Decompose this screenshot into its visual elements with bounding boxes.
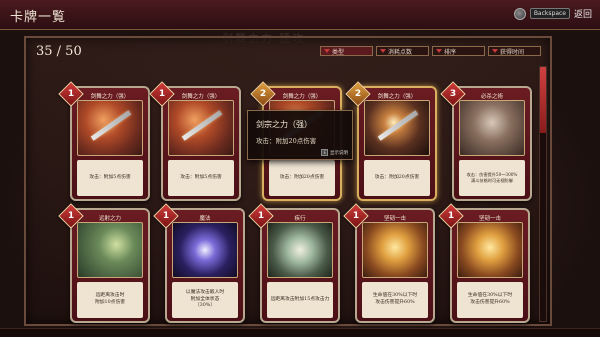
- dropdown-triangle-icon: [380, 49, 386, 53]
- back-label: 返回: [573, 10, 592, 20]
- card-description: 攻击：伤害提升50～300% 满斗技格时可无视防御: [459, 160, 525, 196]
- card-art: [364, 100, 430, 156]
- key-e-icon: E: [321, 149, 328, 156]
- card-art: [362, 222, 428, 278]
- card-tooltip: 剑宗之力（强） 攻击：附加20点伤害 E 显示说明: [247, 110, 353, 160]
- card-art: [267, 222, 333, 278]
- card-art: [459, 100, 525, 156]
- page-title: 卡牌一覧: [10, 10, 67, 25]
- scrollbar[interactable]: [539, 66, 547, 322]
- tooltip-key-hint: E 显示说明: [321, 149, 348, 156]
- back-key-hint: Backspace: [529, 8, 570, 19]
- filter-acquired-time[interactable]: 获得时间: [488, 46, 541, 56]
- sword-icon: [90, 110, 132, 141]
- card[interactable]: 远射之力 远距离攻击时 附加10点伤害: [70, 208, 150, 323]
- filter-type[interactable]: 类型: [320, 46, 373, 56]
- tooltip-description: 攻击：附加20点伤害: [256, 137, 317, 145]
- card-description: 攻击：附加20点伤害: [269, 160, 335, 196]
- sword-icon: [377, 110, 419, 141]
- dropdown-triangle-icon: [436, 49, 442, 53]
- collection-count: 35 / 50: [36, 44, 82, 59]
- card-description: 攻击：附加20点伤害: [364, 160, 430, 196]
- card-description: 远距离攻击附加15点攻击力: [267, 282, 333, 318]
- card-description: 生命值在30%以下时 攻击伤害提升60%: [362, 282, 428, 318]
- dropdown-triangle-icon: [492, 49, 498, 53]
- tooltip-title: 剑宗之力（强）: [256, 120, 312, 129]
- card-art: [457, 222, 523, 278]
- card[interactable]: 剑舞之力（强） 攻击：附加20点伤害: [357, 86, 437, 201]
- sword-icon: [181, 110, 223, 141]
- top-bar: 卡牌一覧 Backspace 返回: [0, 0, 600, 30]
- card[interactable]: 疾行 远距离攻击附加15点攻击力: [260, 208, 340, 323]
- card[interactable]: 剑舞之力（强） 攻击：附加5点伤害: [70, 86, 150, 201]
- card[interactable]: 魔法 以魔法攻击敌人时 附加全体状态 （30%）: [165, 208, 245, 323]
- card-description: 远距离攻击时 附加10点伤害: [77, 282, 143, 318]
- card[interactable]: 坚韧一击 生命值在30%以下时 攻击伤害提升60%: [450, 208, 530, 323]
- card-art: [77, 222, 143, 278]
- card-description: 攻击：附加5点伤害: [77, 160, 143, 196]
- controller-button-icon: [513, 7, 526, 20]
- card-description: 以魔法攻击敌人时 附加全体状态 （30%）: [172, 282, 238, 318]
- card[interactable]: 必杀之術 攻击：伤害提升50～300% 满斗技格时可无视防御: [452, 86, 532, 201]
- bottom-bar: [0, 328, 600, 337]
- card[interactable]: 坚韧一击 生命值在30%以下时 攻击伤害提升60%: [355, 208, 435, 323]
- card-description: 生命值在30%以下时 攻击伤害提升60%: [457, 282, 523, 318]
- dropdown-triangle-icon: [324, 49, 330, 53]
- filter-bar: 类型 消耗点数 排序 获得时间: [320, 46, 541, 56]
- scrollbar-thumb[interactable]: [540, 67, 546, 133]
- card-art: [77, 100, 143, 156]
- back-button[interactable]: Backspace 返回: [513, 7, 592, 20]
- card[interactable]: 剑舞之力（强） 攻击：附加5点伤害: [161, 86, 241, 201]
- card-description: 攻击：附加5点伤害: [168, 160, 234, 196]
- card-art: [172, 222, 238, 278]
- card-art: [168, 100, 234, 156]
- filter-sort[interactable]: 排序: [432, 46, 485, 56]
- filter-cost[interactable]: 消耗点数: [376, 46, 429, 56]
